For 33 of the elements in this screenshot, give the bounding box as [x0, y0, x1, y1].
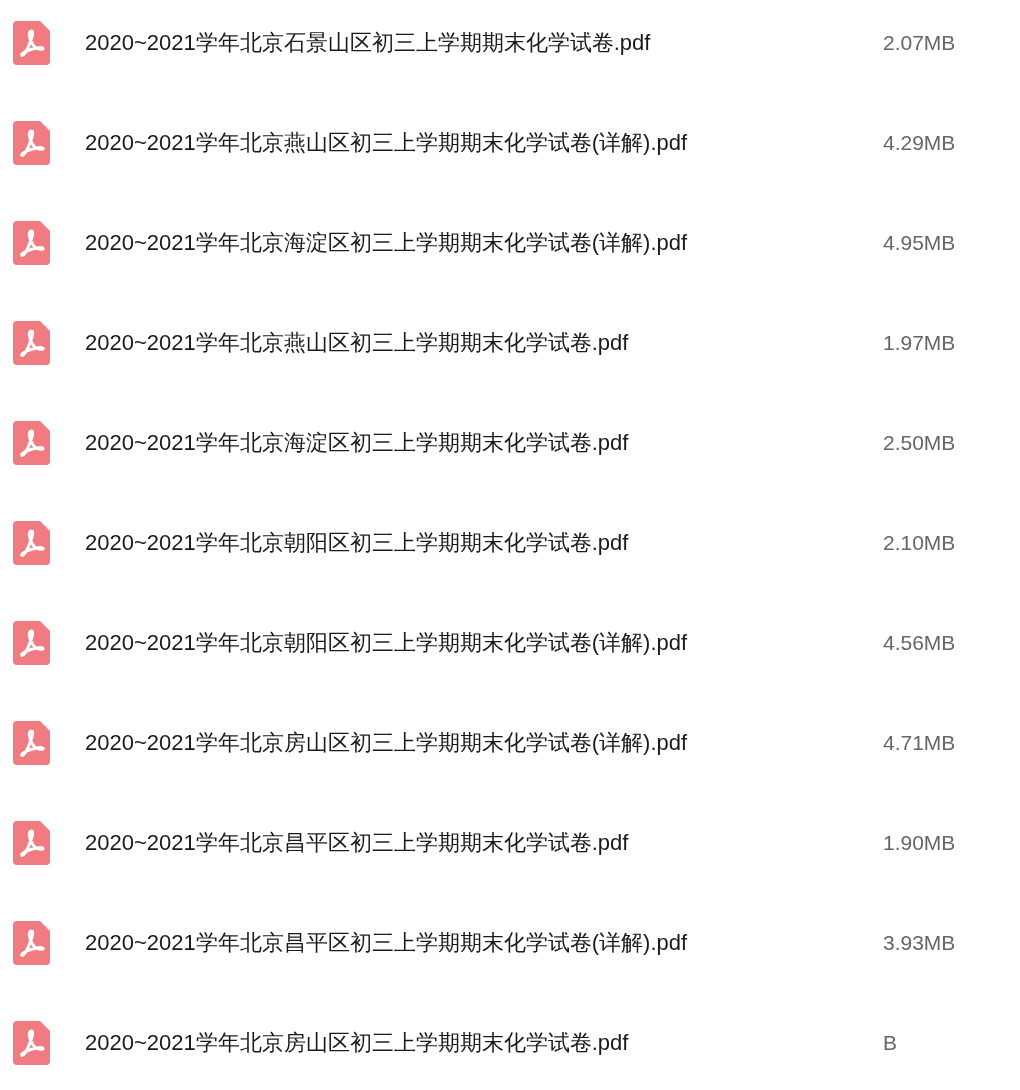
file-size: 4.71MB [883, 731, 956, 755]
file-name[interactable]: 2020~2021学年北京昌平区初三上学期期末化学试卷(详解).pdf [85, 928, 883, 958]
file-name[interactable]: 2020~2021学年北京房山区初三上学期期末化学试卷.pdf [85, 1028, 883, 1058]
file-size: 4.56MB [883, 631, 956, 655]
file-name[interactable]: 2020~2021学年北京昌平区初三上学期期末化学试卷.pdf [85, 828, 883, 858]
pdf-file-icon [13, 121, 50, 165]
pdf-file-icon [13, 221, 50, 265]
file-name[interactable]: 2020~2021学年北京石景山区初三上学期期末化学试卷.pdf [85, 28, 883, 58]
pdf-file-icon [13, 521, 50, 565]
pdf-file-icon [13, 621, 50, 665]
file-name[interactable]: 2020~2021学年北京燕山区初三上学期期末化学试卷.pdf [85, 328, 883, 358]
file-size: B [883, 1031, 897, 1055]
file-size: 1.97MB [883, 331, 956, 355]
file-name[interactable]: 2020~2021学年北京海淀区初三上学期期末化学试卷.pdf [85, 428, 883, 458]
file-size: 1.90MB [883, 831, 956, 855]
file-name[interactable]: 2020~2021学年北京燕山区初三上学期期末化学试卷(详解).pdf [85, 128, 883, 158]
file-name[interactable]: 2020~2021学年北京朝阳区初三上学期期末化学试卷(详解).pdf [85, 628, 883, 658]
pdf-file-icon [13, 21, 50, 65]
file-size: 4.29MB [883, 131, 956, 155]
pdf-file-icon [13, 1021, 50, 1065]
pdf-file-icon [13, 921, 50, 965]
file-name[interactable]: 2020~2021学年北京朝阳区初三上学期期末化学试卷.pdf [85, 528, 883, 558]
pdf-file-icon [13, 821, 50, 865]
file-size: 2.10MB [883, 531, 956, 555]
pdf-file-icon [13, 421, 50, 465]
file-size: 4.95MB [883, 231, 956, 255]
pdf-file-icon [13, 321, 50, 365]
pdf-file-icon [13, 721, 50, 765]
file-size: 3.93MB [883, 931, 956, 955]
file-name[interactable]: 2020~2021学年北京海淀区初三上学期期末化学试卷(详解).pdf [85, 228, 883, 258]
file-size: 2.50MB [883, 431, 956, 455]
file-name[interactable]: 2020~2021学年北京房山区初三上学期期末化学试卷(详解).pdf [85, 728, 883, 758]
file-size: 2.07MB [883, 31, 956, 55]
